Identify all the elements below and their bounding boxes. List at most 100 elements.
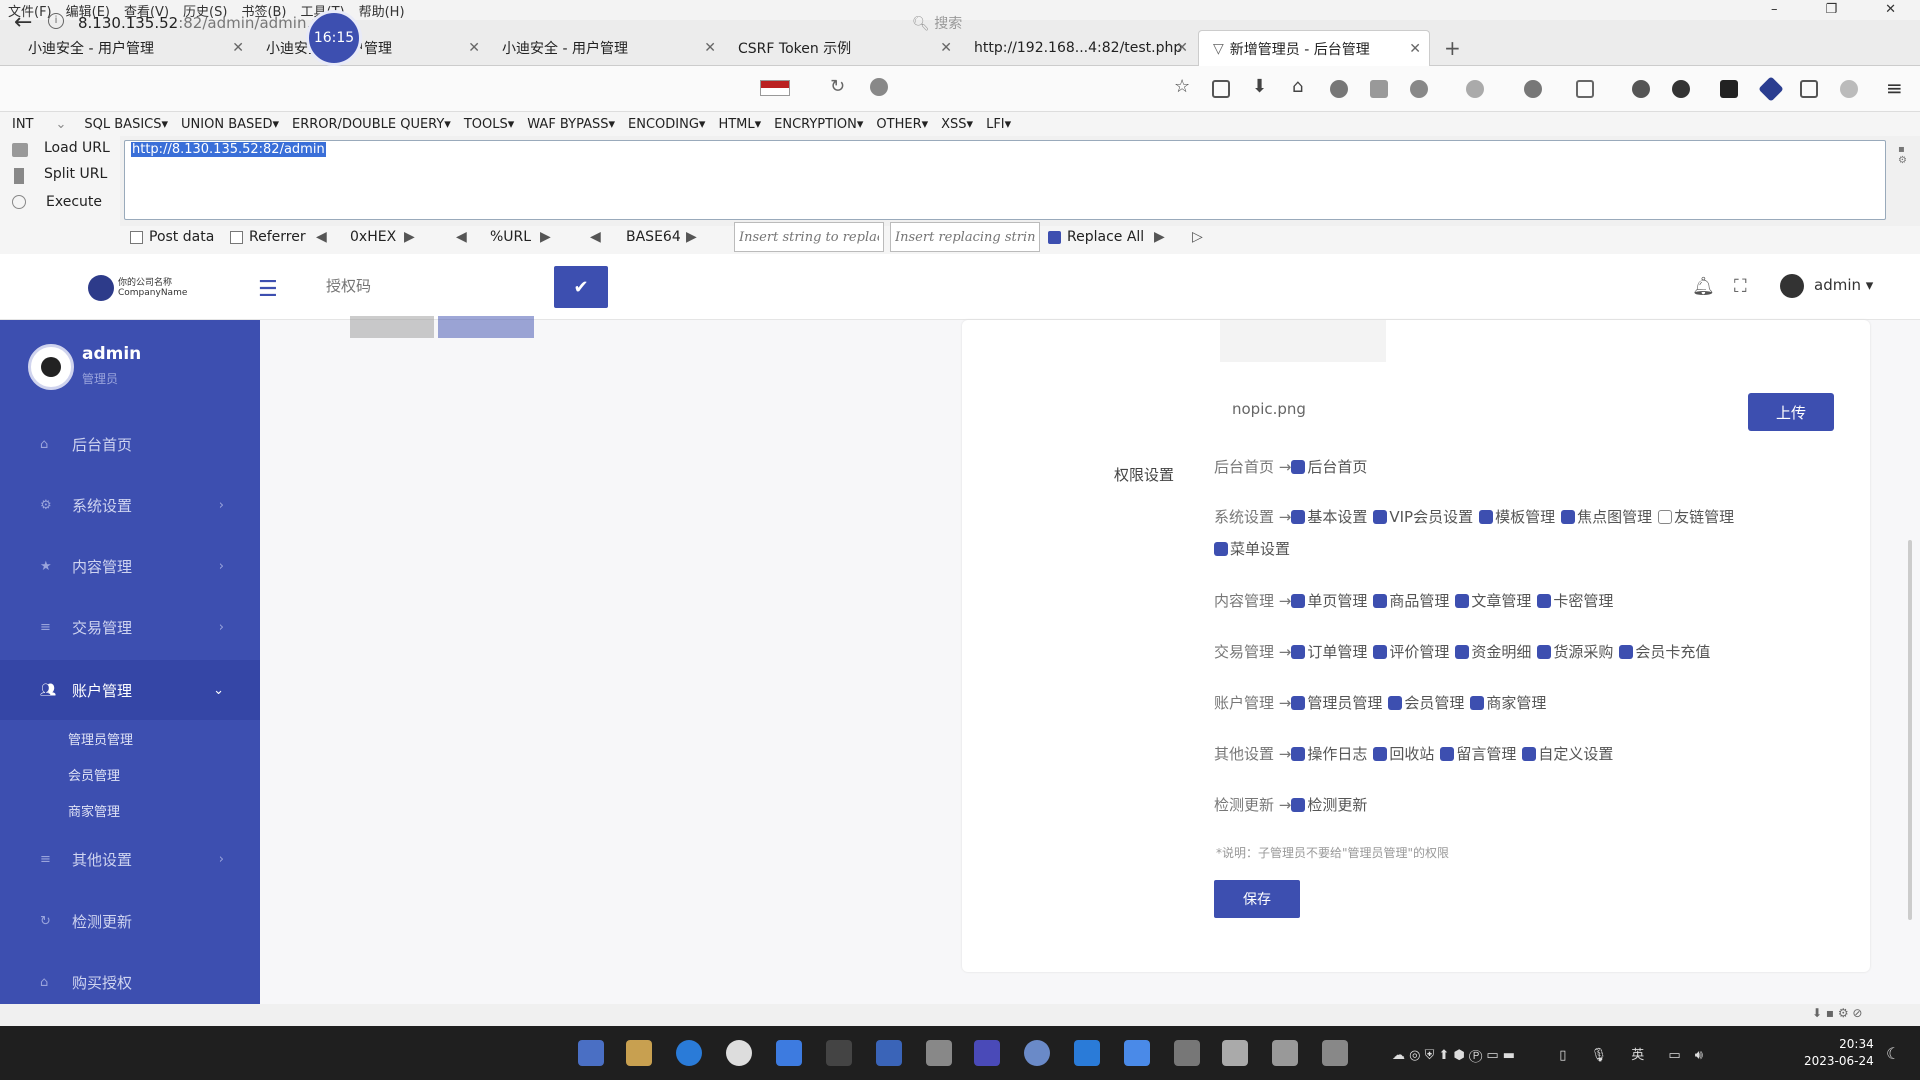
load-url-button[interactable]: Load URL [44,140,110,156]
replace-arrow-icon[interactable]: ▷ [1192,229,1203,245]
reload-icon[interactable]: ↻ [830,76,845,97]
tab-6-active[interactable]: ▽ 新增管理员 - 后台管理 ✕ [1198,30,1430,66]
notification-icon[interactable]: ☾ [1886,1044,1900,1063]
perm-checkbox[interactable]: 商家管理 [1470,692,1546,713]
extension-icon[interactable] [1672,80,1690,98]
hackbar-type-select[interactable]: INT [12,117,34,132]
perm-checkbox[interactable]: 焦点图管理 [1561,506,1652,527]
user-menu[interactable]: admin ▾ [1814,276,1873,294]
hackbar-menu-other[interactable]: OTHER▾ [876,117,928,132]
hackbar-url-textarea[interactable]: http://8.130.135.52:82/admin [124,140,1886,220]
tab-5[interactable]: http://192.168...4:82/test.php ✕ [960,30,1196,66]
sidebar-item-account[interactable]: 👥︎ 账户管理 ⌄ [0,660,260,720]
sidebar-subitem-merchants[interactable]: 商家管理 [68,801,120,820]
avatar[interactable] [1780,274,1804,298]
tab-4[interactable]: CSRF Token 示例 ✕ [724,30,960,66]
volume-icon[interactable]: 🔊︎ [1695,1048,1703,1063]
battery-icon[interactable]: ▯ [1559,1048,1566,1063]
company-logo[interactable]: 你的公司名称 CompanyName [88,274,192,302]
auth-code-input[interactable] [326,278,526,295]
taskbar-app-icon[interactable] [1174,1040,1200,1066]
taskbar-app-icon[interactable] [974,1040,1000,1066]
scrollbar[interactable] [1908,540,1912,920]
replace-string-input[interactable] [734,222,884,252]
library-icon[interactable] [1212,80,1230,98]
base64-encode-arrow-icon[interactable]: ▶ [686,229,697,245]
taskbar-app-icon[interactable] [876,1040,902,1066]
extension-icon[interactable] [1524,80,1542,98]
hex-encode-arrow-icon[interactable]: ▶ [404,229,415,245]
menu-help[interactable]: 帮助(H) [359,1,405,20]
hackbar-menu-sql[interactable]: SQL BASICS▾ [84,117,168,132]
sidebar-item-content[interactable]: ★ 内容管理 › [0,536,260,596]
referrer-checkbox[interactable]: Referrer [230,229,306,245]
folder-icon[interactable] [626,1040,652,1066]
perm-checkbox[interactable]: 回收站 [1373,743,1434,764]
close-icon[interactable]: ✕ [232,40,244,56]
hackbar-menu-tools[interactable]: TOOLS▾ [464,117,514,132]
upload-button[interactable]: 上传 [1748,393,1834,431]
address-bar[interactable]: 8.130.135.52:82/admin/admin.php [78,14,340,32]
replace-arrow-icon[interactable]: ▶ [1154,229,1165,245]
fullscreen-icon[interactable]: ⛶ [1734,276,1747,297]
perm-checkbox[interactable]: 自定义设置 [1522,743,1613,764]
perm-checkbox[interactable]: 操作日志 [1291,743,1367,764]
execute-button[interactable]: Execute [46,194,102,210]
perm-checkbox[interactable]: 评价管理 [1373,641,1449,662]
post-data-checkbox[interactable]: Post data [130,229,214,245]
close-icon[interactable]: ✕ [1409,41,1421,57]
firefox-icon[interactable] [1024,1040,1050,1066]
perm-checkbox[interactable]: 订单管理 [1291,641,1367,662]
perm-checkbox[interactable]: 会员卡充值 [1619,641,1710,662]
taskbar-app-icon[interactable] [826,1040,852,1066]
extension-icon[interactable] [1370,80,1388,98]
home-icon[interactable]: ⌂ [1292,76,1303,97]
tray-icons[interactable]: ☁ ◎ ⛨ ⬆ ⬢ Ⓟ ▭ ▬ [1392,1048,1515,1063]
hackbar-menu-lfi[interactable]: LFI▾ [986,117,1011,132]
taskbar-app-icon[interactable] [1222,1040,1248,1066]
taskbar-app-icon[interactable] [1124,1040,1150,1066]
perm-checkbox[interactable]: 资金明细 [1455,641,1531,662]
perm-checkbox[interactable]: 留言管理 [1440,743,1516,764]
perm-checkbox[interactable]: 文章管理 [1455,590,1531,611]
hamburger-menu-icon[interactable]: ≡ [1886,76,1903,100]
extension-icon[interactable] [1840,80,1858,98]
perm-checkbox[interactable]: 基本设置 [1291,506,1367,527]
sidebar-subitem-admins[interactable]: 管理员管理 [68,729,133,748]
back-arrow-icon[interactable]: ← [14,10,32,35]
zoom-icon[interactable] [1632,80,1650,98]
perm-checkbox[interactable]: 卡密管理 [1537,590,1613,611]
hackbar-menu-waf[interactable]: WAF BYPASS▾ [527,117,615,132]
url-decode-arrow-icon[interactable]: ◀ [456,229,467,245]
close-icon[interactable]: ✕ [1885,2,1896,17]
sidebar-item-update[interactable]: ↻ 检测更新 [0,891,260,951]
close-icon[interactable]: ✕ [704,40,716,56]
shield-icon[interactable] [1720,80,1738,98]
perm-checkbox[interactable]: 货源采购 [1537,641,1613,662]
extension-icon[interactable] [1330,80,1348,98]
perm-checkbox[interactable]: 友链管理 [1658,506,1734,527]
flag-icon[interactable] [760,80,790,96]
sidebar-item-trade[interactable]: ≡ 交易管理 › [0,597,260,657]
taskbar-app-icon[interactable] [926,1040,952,1066]
hackbar-chevron-icon[interactable]: ⌄ [56,117,67,132]
auth-confirm-button[interactable]: ✔ [554,266,608,308]
sidebar-item-system[interactable]: ⚙ 系统设置 › [0,475,260,535]
sidebar-item-other[interactable]: ≡ 其他设置 › [0,829,260,889]
perm-checkbox[interactable]: 模板管理 [1479,506,1555,527]
sidebar-toggle-icon[interactable]: ☰ [258,277,278,302]
ime-indicator[interactable]: 英 [1631,1048,1644,1063]
restore-icon[interactable]: ❐ [1825,2,1837,17]
edge-icon[interactable] [676,1040,702,1066]
perm-checkbox[interactable]: 管理员管理 [1291,692,1382,713]
perm-checkbox[interactable]: 后台首页 [1291,456,1367,477]
sidebar-subitem-members[interactable]: 会员管理 [68,765,120,784]
hex-decode-arrow-icon[interactable]: ◀ [316,229,327,245]
download-icon[interactable]: ⬇ [1252,76,1267,97]
hackbar-menu-encoding[interactable]: ENCODING▾ [628,117,705,132]
tab-2[interactable]: 小迪安全 - 用户管理✕ [252,30,488,66]
tab-3[interactable]: 小迪安全 - 用户管理 ✕ [488,30,724,66]
taskbar-clock[interactable]: 20:34 2023-06-24 [1804,1036,1874,1070]
extension-icon[interactable] [1466,80,1484,98]
close-icon[interactable]: ✕ [468,40,480,56]
